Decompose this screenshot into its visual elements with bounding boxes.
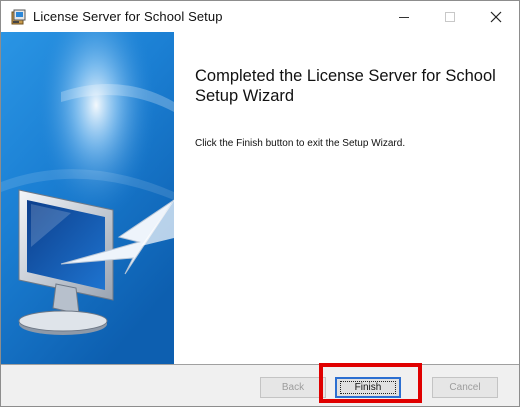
wizard-side-panel — [1, 32, 174, 364]
close-icon[interactable] — [473, 1, 519, 32]
maximize-icon[interactable] — [427, 1, 473, 32]
focus-rectangle — [340, 381, 396, 394]
instruction-text: Click the Finish button to exit the Setu… — [195, 138, 406, 149]
setup-installer-icon — [11, 9, 27, 25]
cancel-button[interactable]: Cancel — [432, 377, 498, 398]
wizard-content: Completed the License Server for School … — [174, 32, 519, 364]
window-title: License Server for School Setup — [33, 9, 223, 24]
back-button[interactable]: Back — [260, 377, 326, 398]
minimize-icon[interactable] — [381, 1, 427, 32]
title-bar: License Server for School Setup — [1, 1, 519, 32]
finish-button[interactable]: Finish — [335, 377, 401, 398]
setup-wizard-window: License Server for School Setup Complete… — [0, 0, 520, 407]
monitor-arrow-illustration — [1, 32, 174, 364]
page-title: Completed the License Server for School … — [195, 67, 496, 105]
button-bar: Back Finish Cancel — [1, 365, 519, 406]
